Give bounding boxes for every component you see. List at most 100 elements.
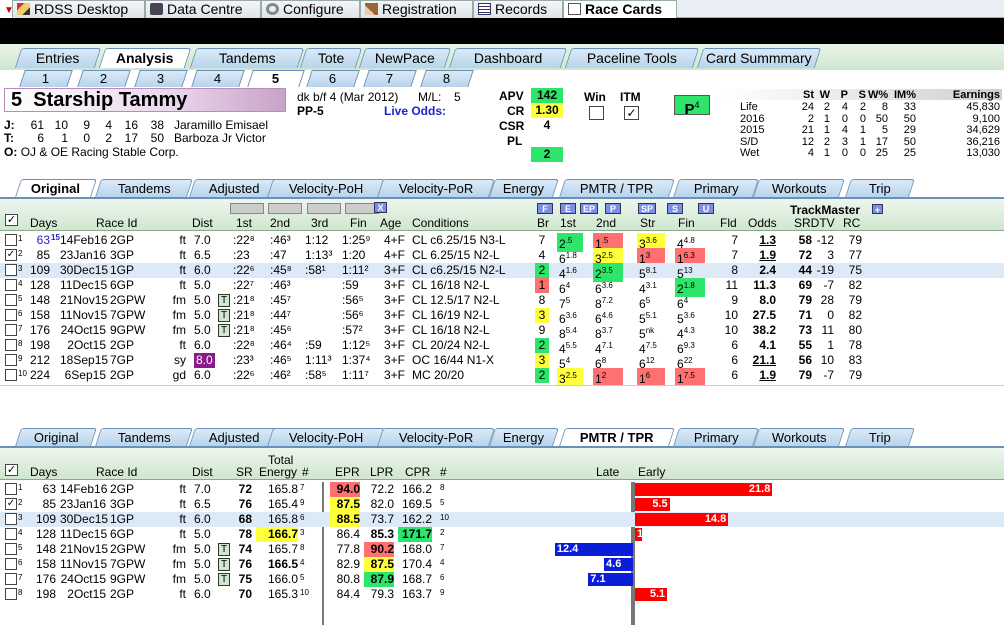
tab-section-velocity-poh[interactable]: Velocity-PoH xyxy=(267,428,385,446)
tab-section-tandems[interactable]: Tandems xyxy=(95,428,193,446)
tab-entries[interactable]: Entries xyxy=(14,48,102,68)
table-row[interactable]: 6 158 11Nov15 7GPW fm 5.0 T:21⁸:44⁷:56⁶ 3+F CL 1… xyxy=(0,308,1004,326)
tab-section-tandems[interactable]: Tandems xyxy=(95,179,193,197)
row-checkbox[interactable] xyxy=(5,483,17,495)
table-row[interactable]: 7 176 24Oct15 9GPW fm 5.0 T 75 166.0 5 80.8 87.9 168… xyxy=(0,572,1004,587)
tab-horse-8[interactable]: 8 xyxy=(420,70,474,87)
row-checkbox[interactable] xyxy=(5,279,17,291)
row-checkbox[interactable] xyxy=(5,309,17,321)
row-checkbox[interactable] xyxy=(5,294,17,306)
select-all-checkbox[interactable]: ✓ xyxy=(5,214,18,226)
tab-section-energy[interactable]: Energy xyxy=(489,179,559,197)
tab-horse-6[interactable]: 6 xyxy=(306,70,360,87)
row-number: 1 xyxy=(18,234,23,243)
table-row[interactable]: ✓ 2 85 23Jan16 3GP ft 6.5 76 165.4 9 87.5 82.0 169.5… xyxy=(0,497,1004,512)
tab-section-workouts[interactable]: Workouts xyxy=(753,428,845,446)
row-checkbox[interactable] xyxy=(5,573,17,585)
tab-section-trip[interactable]: Trip xyxy=(845,179,915,197)
tab-section-adjusted[interactable]: Adjusted xyxy=(189,428,279,446)
tab-section-velocity-poh[interactable]: Velocity-PoH xyxy=(267,179,385,197)
pace-filter-button[interactable]: P xyxy=(605,203,621,214)
table-row[interactable]: 8 198 2Oct15 2GP ft 6.0 70 165.3 10 84.4 79.3 163.7… xyxy=(0,587,1004,602)
row-checkbox[interactable]: ✓ xyxy=(5,249,17,261)
tab-section-velocity-por[interactable]: Velocity-PoR xyxy=(377,428,495,446)
sort-button[interactable] xyxy=(307,203,341,214)
tab-section-velocity-por[interactable]: Velocity-PoR xyxy=(377,179,495,197)
table-row[interactable]: 3 109 30Dec15 1GP ft 6.0:22⁶:45⁸:58¹ 1:11² 3+F C… xyxy=(0,263,1004,282)
row-checkbox[interactable] xyxy=(5,558,17,570)
tab-section-pmtr-tpr[interactable]: PMTR / TPR xyxy=(559,428,675,446)
tab-newpace[interactable]: NewPace xyxy=(358,48,452,68)
tab-section-workouts[interactable]: Workouts xyxy=(753,179,845,197)
row-checkbox[interactable] xyxy=(5,264,17,276)
table-row[interactable]: 6 158 11Nov15 7GPW fm 5.0 T 76 166.5 4 82.9 87.5 170… xyxy=(0,557,1004,572)
tab-rdss-desktop[interactable]: RDSS Desktop xyxy=(12,0,145,18)
row-checkbox[interactable] xyxy=(5,528,17,540)
table-row[interactable]: 7 176 24Oct15 9GPW fm 5.0 T:21⁸:45⁶:57² 3+F CL 1… xyxy=(0,323,1004,341)
table-row[interactable]: 5 148 21Nov15 2GPW fm 5.0 T:21⁸:45⁷:56⁵ 3+F CL 1… xyxy=(0,293,1004,311)
pace-filter-button[interactable]: SP xyxy=(638,203,656,214)
call-lengths: 4 xyxy=(565,281,571,290)
tab-card-summary[interactable]: Card Summmary xyxy=(696,48,822,68)
pace-filter-button[interactable]: S xyxy=(667,203,683,214)
tab-configure[interactable]: Configure xyxy=(261,0,360,18)
tab-tandems[interactable]: Tandems xyxy=(189,48,305,68)
sort-button[interactable] xyxy=(268,203,302,214)
tab-analysis[interactable]: Analysis xyxy=(98,48,192,68)
pace-filter-button[interactable]: U xyxy=(698,203,714,214)
tab-tote[interactable]: Tote xyxy=(299,48,363,68)
tab-section-original[interactable]: Original xyxy=(15,179,97,197)
menu-arrow-icon[interactable]: ▼ xyxy=(0,0,14,18)
win-checkbox[interactable] xyxy=(589,106,604,120)
add-column-button[interactable]: + xyxy=(872,204,883,215)
row-checkbox[interactable] xyxy=(5,513,17,525)
tab-dashboard[interactable]: Dashboard xyxy=(448,48,568,68)
fraction-button[interactable]: X xyxy=(374,202,387,213)
tab-section-primary[interactable]: Primary xyxy=(673,428,759,446)
call-lengths: 2.5 xyxy=(601,251,613,260)
pace-filter-button[interactable]: F xyxy=(537,203,553,214)
table-row[interactable]: 4 128 11Dec15 6GP ft 5.0 78 166.7 3 86.4 85.3 171.7… xyxy=(0,527,1004,542)
row-checkbox[interactable]: ✓ xyxy=(5,498,17,510)
pace-filter-button[interactable]: E xyxy=(560,203,576,214)
row-checkbox[interactable] xyxy=(5,588,17,600)
select-all-checkbox[interactable]: ✓ xyxy=(5,464,18,476)
itm-checkbox[interactable]: ✓ xyxy=(624,106,639,120)
table-row[interactable]: 4 128 11Dec15 6GP ft 5.0:22⁷:46³:59 3+F CL 16/1… xyxy=(0,278,1004,297)
tab-section-trip[interactable]: Trip xyxy=(845,428,915,446)
row-checkbox[interactable] xyxy=(5,543,17,555)
tab-records[interactable]: Records xyxy=(473,0,563,18)
row-checkbox[interactable] xyxy=(5,354,17,366)
row-checkbox[interactable] xyxy=(5,369,17,381)
tab-horse-2[interactable]: 2 xyxy=(77,70,131,87)
table-row[interactable]: 9 212 18Sep15 7GP sy 8.0:23³:46⁵ 1:11³ 1:37⁴ 3+F… xyxy=(0,353,1004,371)
table-row[interactable]: 1 63 14Feb16 2GP ft 7.0 72 165.8 7 94.0 72.2 166.2 8… xyxy=(0,482,1004,497)
surface: fm xyxy=(172,323,186,337)
tab-race-cards[interactable]: Race Cards xyxy=(563,0,677,19)
table-row[interactable]: ✓ 2 85 23Jan16 3GP ft 6.5:23:47 1:13³ 1:20 4+F CL … xyxy=(0,248,1004,269)
tab-section-energy[interactable]: Energy xyxy=(489,428,559,446)
table-row[interactable]: 8 198 2Oct15 2GP ft 6.0:22⁸:46⁴:59 1:12⁵ 3+F CL … xyxy=(0,338,1004,356)
tab-horse-4[interactable]: 4 xyxy=(191,70,245,87)
tab-horse-3[interactable]: 3 xyxy=(134,70,188,87)
tab-horse-1[interactable]: 1 xyxy=(19,70,73,87)
tab-registration[interactable]: Registration xyxy=(360,0,473,18)
tab-section-original[interactable]: Original xyxy=(15,428,97,446)
pace-filter-button[interactable]: EP xyxy=(580,203,598,214)
tab-paceline-tools[interactable]: Paceline Tools xyxy=(564,48,700,68)
table-row[interactable]: 10 224 6Sep15 2GP gd 6.0:22⁶:46²:58⁵ 1:11⁷ 3+F M… xyxy=(0,368,1004,389)
tab-section-primary[interactable]: Primary xyxy=(673,179,759,197)
table-row[interactable]: 1 63 15 14Feb16 2GP ft 7.0:22⁸:46³ 1:12 1:25⁹ 4+F… xyxy=(0,233,1004,252)
row-checkbox[interactable] xyxy=(5,324,17,336)
tab-section-pmtr-tpr[interactable]: PMTR / TPR xyxy=(559,179,675,197)
row-checkbox[interactable] xyxy=(5,339,17,351)
tab-horse-7[interactable]: 7 xyxy=(363,70,417,87)
tab-data-centre[interactable]: Data Centre xyxy=(145,0,261,18)
row-checkbox[interactable] xyxy=(5,234,17,246)
p-rating-button[interactable]: P4 xyxy=(674,95,710,118)
table-row[interactable]: 3 109 30Dec15 1GP ft 6.0 68 165.8 6 88.5 73.7 162.2… xyxy=(0,512,1004,527)
sort-button[interactable] xyxy=(230,203,264,214)
tab-horse-5[interactable]: 5 xyxy=(247,70,305,87)
table-row[interactable]: 5 148 21Nov15 2GPW fm 5.0 T 74 165.7 8 77.8 90.2 168… xyxy=(0,542,1004,557)
tab-section-adjusted[interactable]: Adjusted xyxy=(189,179,279,197)
